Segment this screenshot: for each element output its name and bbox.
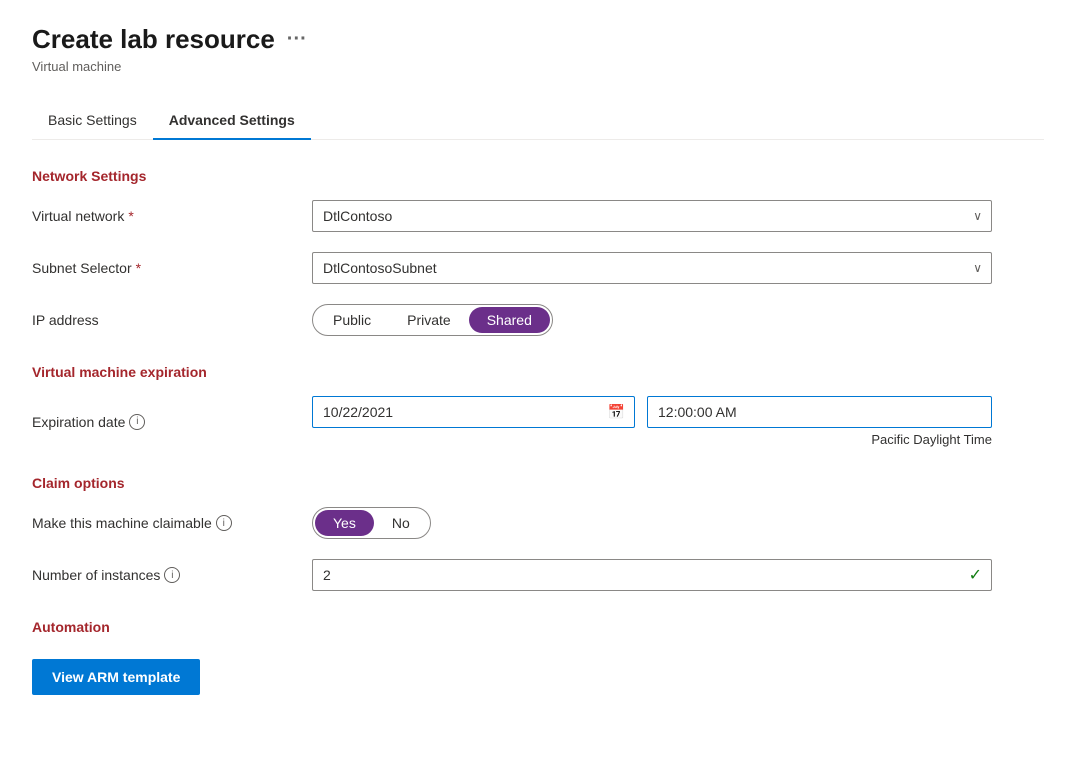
ip-public-option[interactable]: Public <box>315 307 389 333</box>
expiration-date-label: Expiration date i <box>32 414 312 430</box>
ip-private-option[interactable]: Private <box>389 307 469 333</box>
expiration-date-row: Expiration date i 📅 Pacific Daylight Tim… <box>32 396 1044 447</box>
expiration-time-input[interactable] <box>647 396 992 428</box>
ip-address-label: IP address <box>32 312 312 328</box>
claimable-toggle-group: Yes No <box>312 507 431 539</box>
claimable-row: Make this machine claimable i Yes No <box>32 507 1044 539</box>
required-star: * <box>128 208 133 224</box>
tabs-container: Basic Settings Advanced Settings <box>32 102 1044 140</box>
virtual-network-label: Virtual network * <box>32 208 312 224</box>
expiration-date-input[interactable] <box>312 396 635 428</box>
instances-input[interactable] <box>312 559 992 591</box>
expiration-date-control: 📅 Pacific Daylight Time <box>312 396 992 447</box>
subnet-select-wrapper: DtlContosoSubnet ∨ <box>312 252 992 284</box>
view-arm-template-button[interactable]: View ARM template <box>32 659 200 695</box>
instances-control: ✓ <box>312 559 992 591</box>
subnet-selector-control: DtlContosoSubnet ∨ <box>312 252 992 284</box>
claimable-yes-option[interactable]: Yes <box>315 510 374 536</box>
subnet-selector-select[interactable]: DtlContosoSubnet <box>312 252 992 284</box>
automation-section: Automation View ARM template <box>32 619 1044 695</box>
ip-shared-option[interactable]: Shared <box>469 307 550 333</box>
instances-info-icon[interactable]: i <box>164 567 180 583</box>
ip-address-toggle-group: Public Private Shared <box>312 304 553 336</box>
timezone-label: Pacific Daylight Time <box>312 432 992 447</box>
tab-basic[interactable]: Basic Settings <box>32 102 153 140</box>
subnet-selector-label: Subnet Selector * <box>32 260 312 276</box>
claimable-info-icon[interactable]: i <box>216 515 232 531</box>
claimable-no-option[interactable]: No <box>374 510 428 536</box>
subnet-selector-row: Subnet Selector * DtlContosoSubnet ∨ <box>32 252 1044 284</box>
claim-options-title: Claim options <box>32 475 1044 491</box>
expiration-info-icon[interactable]: i <box>129 414 145 430</box>
claimable-control: Yes No <box>312 507 992 539</box>
network-settings-title: Network Settings <box>32 168 1044 184</box>
ip-address-row: IP address Public Private Shared <box>32 304 1044 336</box>
instances-label: Number of instances i <box>32 567 312 583</box>
vm-expiration-title: Virtual machine expiration <box>32 364 1044 380</box>
virtual-network-select-wrapper: DtlContoso ∨ <box>312 200 992 232</box>
virtual-network-control: DtlContoso ∨ <box>312 200 992 232</box>
page-title: Create lab resource <box>32 24 275 55</box>
tab-advanced[interactable]: Advanced Settings <box>153 102 311 140</box>
date-input-wrapper: 📅 <box>312 396 635 428</box>
instances-row: Number of instances i ✓ <box>32 559 1044 591</box>
page-header: Create lab resource ··· Virtual machine <box>32 24 1044 74</box>
options-menu[interactable]: ··· <box>287 28 307 51</box>
page-subtitle: Virtual machine <box>32 59 1044 74</box>
virtual-network-select[interactable]: DtlContoso <box>312 200 992 232</box>
virtual-network-row: Virtual network * DtlContoso ∨ <box>32 200 1044 232</box>
claimable-label: Make this machine claimable i <box>32 515 312 531</box>
automation-title: Automation <box>32 619 1044 635</box>
date-time-row: 📅 <box>312 396 992 428</box>
ip-address-control: Public Private Shared <box>312 304 992 336</box>
required-star-subnet: * <box>136 260 141 276</box>
instances-input-wrapper: ✓ <box>312 559 992 591</box>
